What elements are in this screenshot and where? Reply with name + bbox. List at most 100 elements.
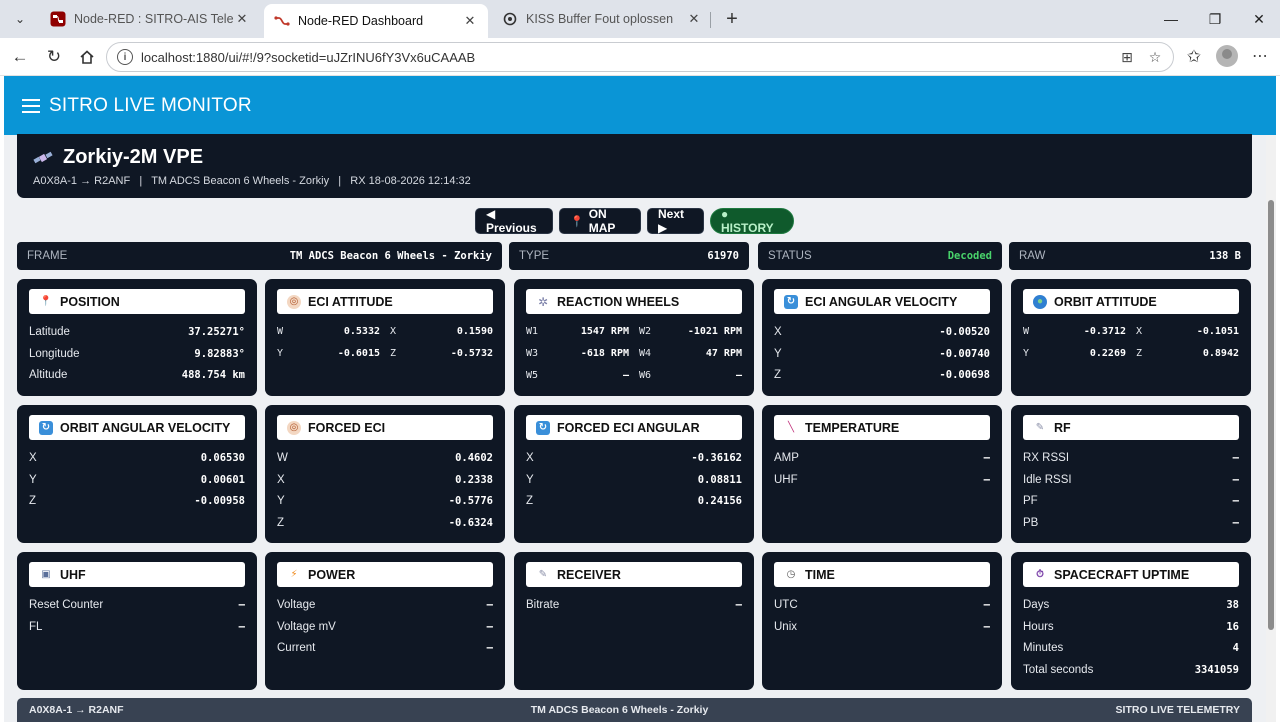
raw-value: 138 B <box>1209 250 1241 262</box>
address-bar-url[interactable]: localhost:1880/ui/#!/9?socketid=uJZrINU6… <box>141 50 1117 65</box>
on-map-button[interactable]: 📍 ON MAP <box>559 207 641 235</box>
satellite-icon <box>33 149 53 167</box>
orbit-av-x-value: 0.06530 <box>200 451 245 464</box>
uptime-days-label: Days <box>1023 598 1050 611</box>
card-title: FORCED ECI ANGULAR <box>557 420 700 435</box>
position-longitude-label: Longitude <box>29 347 80 360</box>
orbit-av-y-value: 0.00601 <box>200 473 245 486</box>
status-badge: Decoded <box>947 250 992 262</box>
orbit-attitude-w-label: W <box>1023 326 1030 338</box>
forced-eci-angular-card: ↻ FORCED ECI ANGULAR X -0.36162 Y 0.08811 Z… <box>514 405 754 543</box>
node-red-dashboard-favicon-icon <box>274 13 290 29</box>
uptime-minutes-label: Minutes <box>1023 642 1064 655</box>
forced-eci-w-label: W <box>277 451 288 464</box>
next-button[interactable]: Next ▶ <box>647 207 704 235</box>
power-voltage-mv-label: Voltage mV <box>277 620 336 633</box>
forced-eci-x-label: X <box>277 473 285 486</box>
browser-tab-3[interactable]: KISS Buffer Fout oplossen ✕ <box>492 4 712 34</box>
address-bar[interactable]: i localhost:1880/ui/#!/9?socketid=uJZrIN… <box>106 42 1174 72</box>
more-menu-icon[interactable]: ⋯ <box>1250 45 1270 67</box>
back-arrow-icon[interactable]: ← <box>8 45 32 69</box>
rf-card: ✎ RF RX RSSI – Idle RSSI – PF – PB – <box>1011 405 1251 543</box>
lightning-icon: ⚡ <box>290 569 298 580</box>
previous-button[interactable]: ◀ Previous <box>475 207 553 235</box>
home-icon[interactable] <box>75 45 99 69</box>
rf-rx-rssi-value: – <box>1232 451 1239 464</box>
orbit-av-z-value: -0.00958 <box>194 495 245 508</box>
status-stripe: STATUS Decoded <box>758 242 1002 270</box>
hamburger-menu-icon[interactable] <box>22 98 40 113</box>
forced-eci-y-label: Y <box>277 495 285 508</box>
forced-eci-angular-x-label: X <box>526 451 534 464</box>
radio-icon: ▣ <box>41 569 51 580</box>
forced-eci-angular-x-value: -0.36162 <box>691 451 742 464</box>
time-utc-value: – <box>983 598 990 611</box>
wheel-w3-label: W3 <box>526 348 539 360</box>
telemetry-footer: A0X8A-1 → R2ANF TM ADCS Beacon 6 Wheels … <box>17 698 1252 722</box>
tab-list-chevron-icon[interactable]: ⌄ <box>8 6 32 32</box>
wheel-w5-value: – <box>622 369 629 381</box>
time-utc-label: UTC <box>774 598 798 611</box>
profile-avatar[interactable] <box>1216 45 1238 67</box>
satellite-name: Zorkiy-2M VPE <box>63 146 204 168</box>
close-icon[interactable]: ✕ <box>462 13 478 29</box>
orbit-av-y-label: Y <box>29 473 37 486</box>
compass-icon: ◎ <box>287 420 301 435</box>
card-title: RECEIVER <box>557 567 621 582</box>
temperature-amp-value: – <box>983 451 990 464</box>
uhf-fl-value: – <box>238 620 245 633</box>
wheel-w3-value: -618 RPM <box>580 348 629 360</box>
wheel-w2-label: W2 <box>639 326 652 338</box>
wheel-w2-value: -1021 RPM <box>687 326 742 338</box>
rf-pb-label: PB <box>1023 517 1039 530</box>
new-tab-plus-icon[interactable]: + <box>721 8 743 30</box>
type-label: TYPE <box>519 250 550 262</box>
history-button[interactable]: ● HISTORY <box>710 207 794 235</box>
forced-eci-z-value: -0.6324 <box>448 517 493 530</box>
on-map-label: ON MAP <box>588 207 616 235</box>
app-available-icon[interactable]: ⊞ <box>1117 47 1137 67</box>
receiver-bitrate-value: – <box>735 598 742 611</box>
power-card: ⚡ POWER Voltage – Voltage mV – Current – <box>265 552 505 690</box>
rf-pf-label: PF <box>1023 495 1038 508</box>
browser-tab-3-title: KISS Buffer Fout oplossen <box>526 12 674 26</box>
power-current-value: – <box>486 642 493 655</box>
orbit-attitude-y-value: 0.2269 <box>1089 348 1126 360</box>
wheel-w1-label: W1 <box>526 326 539 338</box>
window-close-icon[interactable]: ✕ <box>1248 8 1270 30</box>
orbit-attitude-z-value: 0.8942 <box>1202 348 1239 360</box>
reload-icon[interactable]: ↻ <box>42 45 66 69</box>
card-title: POSITION <box>60 294 120 309</box>
position-latitude-label: Latitude <box>29 325 70 338</box>
minimize-icon[interactable]: — <box>1160 8 1182 30</box>
site-info-icon[interactable]: i <box>117 49 133 65</box>
forced-eci-x-value: 0.2338 <box>455 473 493 486</box>
eci-attitude-card: ◎ ECI ATTITUDE W 0.5332 X 0.1590 Y -0.6015 Z… <box>265 279 505 396</box>
page-scrollbar[interactable] <box>1266 135 1276 722</box>
eci-av-x-label: X <box>774 325 782 338</box>
eci-attitude-y-label: Y <box>277 348 284 360</box>
temperature-amp-label: AMP <box>774 451 799 464</box>
close-icon[interactable]: ✕ <box>686 11 702 27</box>
receiver-card: ✎ RECEIVER Bitrate – <box>514 552 754 690</box>
close-icon[interactable]: ✕ <box>234 11 250 27</box>
favorite-star-icon[interactable]: ☆ <box>1145 47 1165 67</box>
type-value: 61970 <box>707 250 739 262</box>
rf-idle-rssi-value: – <box>1232 473 1239 486</box>
card-title: TIME <box>805 567 835 582</box>
wheel-w5-label: W5 <box>526 369 539 381</box>
uhf-reset-counter-label: Reset Counter <box>29 598 104 611</box>
favorites-icon[interactable]: ✩ <box>1182 45 1206 69</box>
eci-av-x-value: -0.00520 <box>939 325 990 338</box>
frame-value: TM ADCS Beacon 6 Wheels - Zorkiy <box>289 250 492 262</box>
eci-attitude-z-value: -0.5732 <box>450 348 493 360</box>
browser-tab-2[interactable]: Node-RED Dashboard ✕ <box>264 4 488 38</box>
eci-angular-velocity-card: ↻ ECI ANGULAR VELOCITY X -0.00520 Y -0.0074… <box>762 279 1002 396</box>
stopwatch-icon: ⏱ <box>1036 569 1044 580</box>
rf-rx-rssi-label: RX RSSI <box>1023 451 1070 464</box>
wheel-w6-value: – <box>735 369 742 381</box>
scrollbar-thumb[interactable] <box>1268 200 1274 630</box>
browser-tab-1[interactable]: Node-RED : SITRO-AIS Telemetry ✕ <box>40 4 260 34</box>
eci-av-y-label: Y <box>774 347 782 360</box>
restore-icon[interactable]: ❐ <box>1204 8 1226 30</box>
